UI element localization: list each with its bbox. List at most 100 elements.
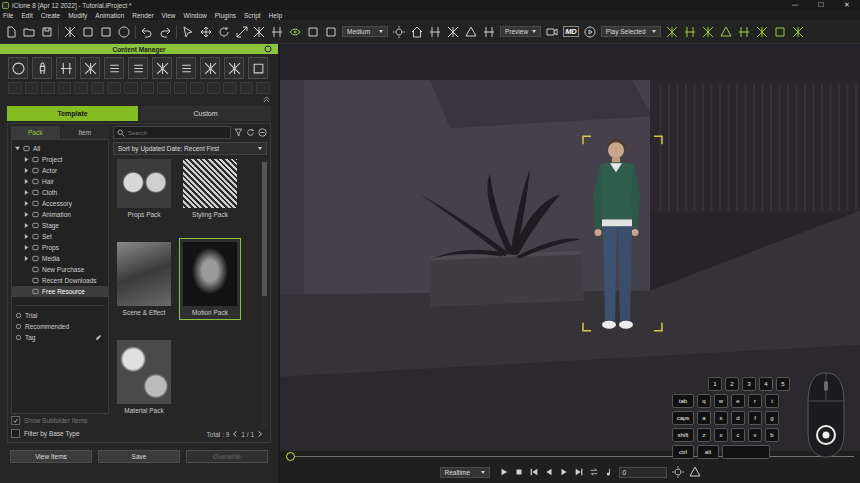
category-button[interactable]: [128, 57, 148, 79]
collapsed-arrow-icon[interactable]: [24, 157, 29, 162]
switch-icon[interactable]: [774, 26, 786, 38]
reach-icon[interactable]: [702, 26, 714, 38]
category-button[interactable]: [152, 57, 172, 79]
shortcut-item[interactable]: Tag: [12, 332, 108, 343]
move-icon[interactable]: [200, 26, 212, 38]
menu-item[interactable]: View: [162, 12, 176, 19]
pack-tile[interactable]: Scene & Effect: [113, 238, 175, 320]
category-button[interactable]: [80, 57, 100, 79]
close-icon[interactable]: [264, 45, 272, 53]
stop-icon[interactable]: [514, 467, 524, 477]
shortcut-item[interactable]: Recommended: [12, 321, 108, 332]
collapsed-arrow-icon[interactable]: [24, 245, 29, 250]
preview-dropdown[interactable]: Preview: [500, 26, 541, 37]
collapsed-arrow-icon[interactable]: [24, 256, 29, 261]
category-button[interactable]: [8, 57, 28, 79]
play-circle-icon[interactable]: [584, 26, 596, 38]
tree-item[interactable]: Cloth: [12, 187, 108, 198]
next-page-icon[interactable]: [257, 431, 263, 437]
light-icon[interactable]: [393, 26, 405, 38]
tree-item[interactable]: Actor: [12, 165, 108, 176]
tree-item[interactable]: New Purchase: [12, 264, 108, 275]
attach-icon[interactable]: [307, 26, 319, 38]
menu-item[interactable]: Render: [132, 12, 153, 19]
option-checkbox[interactable]: Show Subfolder Items: [11, 414, 109, 427]
timeline-slider[interactable]: [280, 451, 860, 461]
collapsed-arrow-icon[interactable]: [24, 179, 29, 184]
rotate-icon[interactable]: [218, 26, 230, 38]
view-tab[interactable]: Item: [61, 126, 110, 139]
last-frame-icon[interactable]: [574, 467, 584, 477]
library-tab[interactable]: Template: [7, 106, 138, 121]
home-icon[interactable]: [411, 26, 423, 38]
tree-item[interactable]: Free Resource: [12, 286, 108, 297]
menu-item[interactable]: Help: [269, 12, 282, 19]
new-file-icon[interactable]: [5, 26, 17, 38]
pack-tile[interactable]: Material Pack: [113, 336, 175, 418]
filter-icon[interactable]: [234, 128, 243, 137]
eye-icon[interactable]: [289, 26, 301, 38]
menu-item[interactable]: Script: [244, 12, 261, 19]
menu-item[interactable]: Edit: [21, 12, 32, 19]
sun-icon[interactable]: [672, 466, 684, 478]
tree-item[interactable]: Animation: [12, 209, 108, 220]
scrollbar[interactable]: [262, 159, 267, 428]
3d-viewport[interactable]: [280, 44, 860, 451]
menu-item[interactable]: Window: [184, 12, 207, 19]
collapse-icon[interactable]: [263, 96, 270, 103]
first-frame-icon[interactable]: [529, 467, 539, 477]
shortcut-item[interactable]: Trial: [12, 310, 108, 321]
loop-icon[interactable]: [589, 467, 599, 477]
tree-item[interactable]: Project: [12, 154, 108, 165]
tree-item[interactable]: Accessory: [12, 198, 108, 209]
ik-icon[interactable]: [720, 26, 732, 38]
layout-icon[interactable]: [325, 26, 337, 38]
action-button[interactable]: Overwrite: [186, 450, 268, 463]
path-icon[interactable]: [738, 26, 750, 38]
category-button[interactable]: [56, 57, 76, 79]
library-tab[interactable]: Custom: [140, 106, 271, 121]
tree-item[interactable]: Hair: [12, 176, 108, 187]
category-button[interactable]: [224, 57, 244, 79]
scrollbar-thumb[interactable]: [262, 162, 267, 297]
tree-item[interactable]: Recent Downloads: [12, 275, 108, 286]
menu-item[interactable]: Modify: [68, 12, 87, 19]
grid-icon[interactable]: [429, 26, 441, 38]
window-control-button[interactable]: —: [782, 0, 808, 10]
window-control-button[interactable]: ✕: [834, 0, 860, 10]
category-button[interactable]: [104, 57, 124, 79]
sort-dropdown[interactable]: Sort by Updated Date: Recent First: [113, 142, 267, 155]
select-icon[interactable]: [182, 26, 194, 38]
playback-mode-dropdown[interactable]: Realtime: [440, 467, 490, 478]
collapsed-arrow-icon[interactable]: [24, 190, 29, 195]
category-button[interactable]: [176, 57, 196, 79]
snap-icon[interactable]: [483, 26, 495, 38]
menu-item[interactable]: File: [3, 12, 13, 19]
tree-item[interactable]: Stage: [12, 220, 108, 231]
category-button[interactable]: [200, 57, 220, 79]
collapsed-arrow-icon[interactable]: [24, 168, 29, 173]
remove-icon[interactable]: [258, 128, 267, 137]
save-file-icon[interactable]: [41, 26, 53, 38]
package-icon[interactable]: [118, 26, 130, 38]
bone-icon[interactable]: [684, 26, 696, 38]
tree-item[interactable]: Media: [12, 253, 108, 264]
menu-item[interactable]: Create: [41, 12, 61, 19]
action-button[interactable]: View Items: [10, 450, 92, 463]
search-field[interactable]: Search: [113, 126, 231, 139]
collapsed-arrow-icon[interactable]: [24, 223, 29, 228]
play-icon[interactable]: [499, 467, 509, 477]
menu-item[interactable]: Animation: [95, 12, 124, 19]
previous-page-icon[interactable]: [232, 431, 238, 437]
view-tab[interactable]: Pack: [11, 126, 60, 139]
collapsed-arrow-icon[interactable]: [24, 212, 29, 217]
curve-icon[interactable]: [666, 26, 678, 38]
motion-director-logo[interactable]: MD: [563, 26, 579, 37]
category-button[interactable]: [248, 57, 268, 79]
window-control-button[interactable]: ☐: [808, 0, 834, 10]
brush-icon[interactable]: [253, 26, 265, 38]
settings-icon[interactable]: [689, 466, 701, 478]
music-note-icon[interactable]: [604, 467, 614, 477]
tree-item[interactable]: All: [12, 143, 108, 154]
category-button[interactable]: [32, 57, 52, 79]
